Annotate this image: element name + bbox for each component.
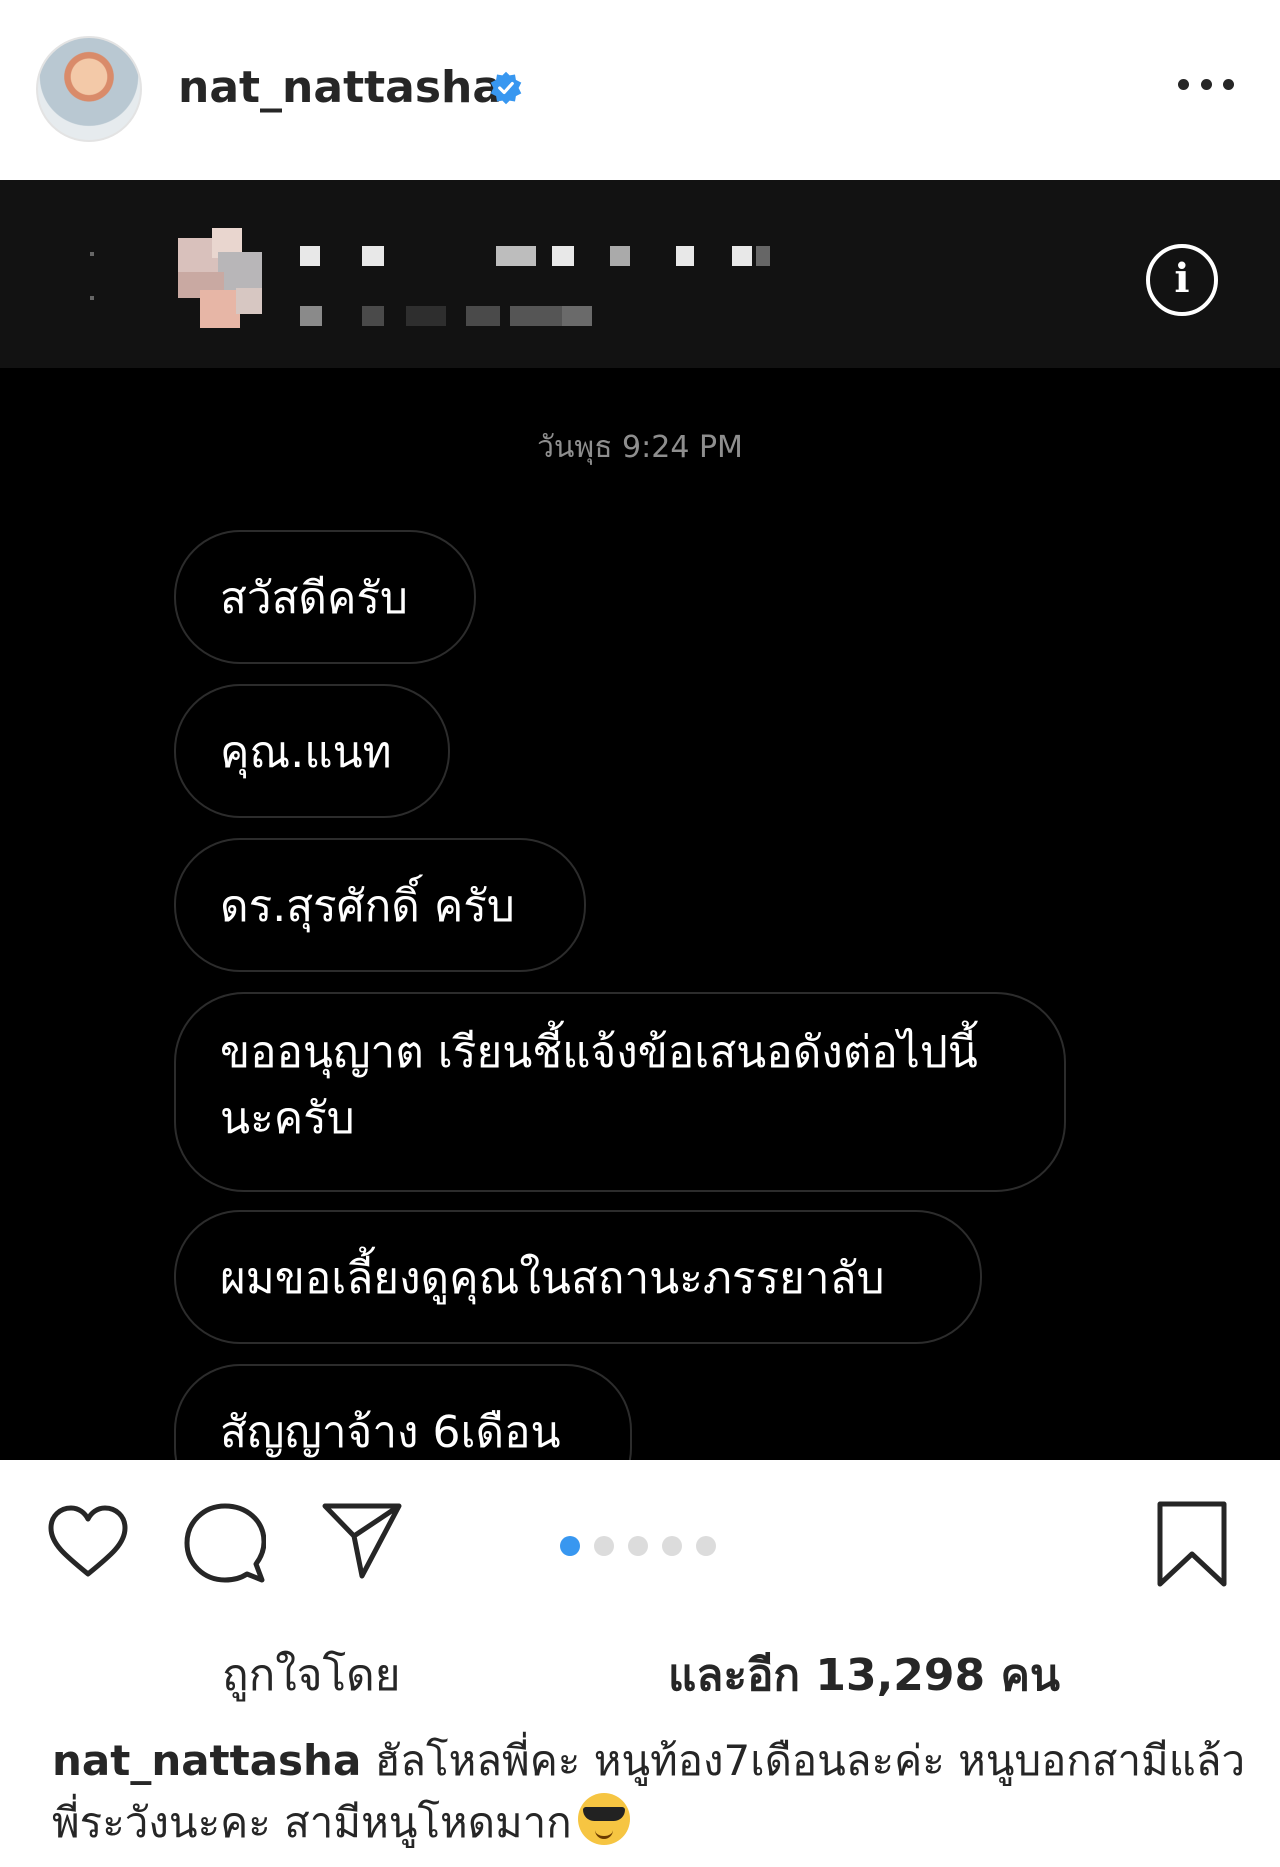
bookmark-icon[interactable] bbox=[1156, 1500, 1228, 1588]
pixelated-status bbox=[300, 306, 600, 328]
carousel-dot-active bbox=[560, 1536, 580, 1556]
caption-username[interactable]: nat_nattasha bbox=[52, 1736, 361, 1785]
post-header: nat_nattasha bbox=[0, 0, 1280, 180]
verified-badge-icon bbox=[490, 71, 522, 105]
carousel-dot bbox=[662, 1536, 682, 1556]
message-bubble: ดร.สุรศักดิ์ ครับ bbox=[174, 838, 586, 972]
carousel-dot bbox=[696, 1536, 716, 1556]
message-bubble: ขออนุญาต เรียนชี้แจ้งข้อเสนอดังต่อไปนี้ … bbox=[174, 992, 1066, 1192]
carousel-dot bbox=[628, 1536, 648, 1556]
post-username[interactable]: nat_nattasha bbox=[178, 62, 502, 113]
carousel-indicator bbox=[560, 1536, 720, 1556]
likes-count[interactable]: และอีก 13,298 คน bbox=[668, 1640, 1060, 1710]
likes-summary[interactable]: ถูกใจโดย และอีก 13,298 คน bbox=[0, 1640, 1280, 1701]
likes-prefix: ถูกใจโดย bbox=[222, 1650, 401, 1701]
pixelated-avatar bbox=[178, 228, 262, 332]
sunglasses-emoji-icon bbox=[577, 1793, 630, 1845]
message-timestamp: วันพุธ 9:24 PM bbox=[537, 430, 743, 465]
heart-icon[interactable] bbox=[46, 1504, 130, 1580]
message-bubble: คุณ.แนท bbox=[174, 684, 450, 818]
pixelated-username bbox=[300, 246, 790, 272]
post-image-dm-screenshot[interactable]: i วันพุธ 9:24 PM สวัสดีครับ คุณ.แนท ดร.ส… bbox=[0, 180, 1280, 1460]
back-arrow-icon bbox=[90, 252, 100, 304]
comment-icon[interactable] bbox=[184, 1502, 266, 1584]
message-bubble: สวัสดีครับ bbox=[174, 530, 476, 664]
avatar[interactable] bbox=[36, 36, 142, 142]
share-send-icon[interactable] bbox=[320, 1500, 404, 1580]
dm-topbar bbox=[0, 180, 1280, 368]
message-bubble: ผมขอเลี้ยงดูคุณในสถานะภรรยาลับ bbox=[174, 1210, 982, 1344]
post-caption: nat_nattasha ฮัลโหลพี่คะ หนูท้อง7เดือนละ… bbox=[52, 1730, 1252, 1854]
info-icon[interactable]: i bbox=[1146, 244, 1218, 316]
more-horizontal-icon[interactable] bbox=[1178, 74, 1234, 94]
post-action-bar bbox=[0, 1460, 1280, 1610]
message-bubble: สัญญาจ้าง 6เดือน bbox=[174, 1364, 632, 1460]
carousel-dot bbox=[594, 1536, 614, 1556]
